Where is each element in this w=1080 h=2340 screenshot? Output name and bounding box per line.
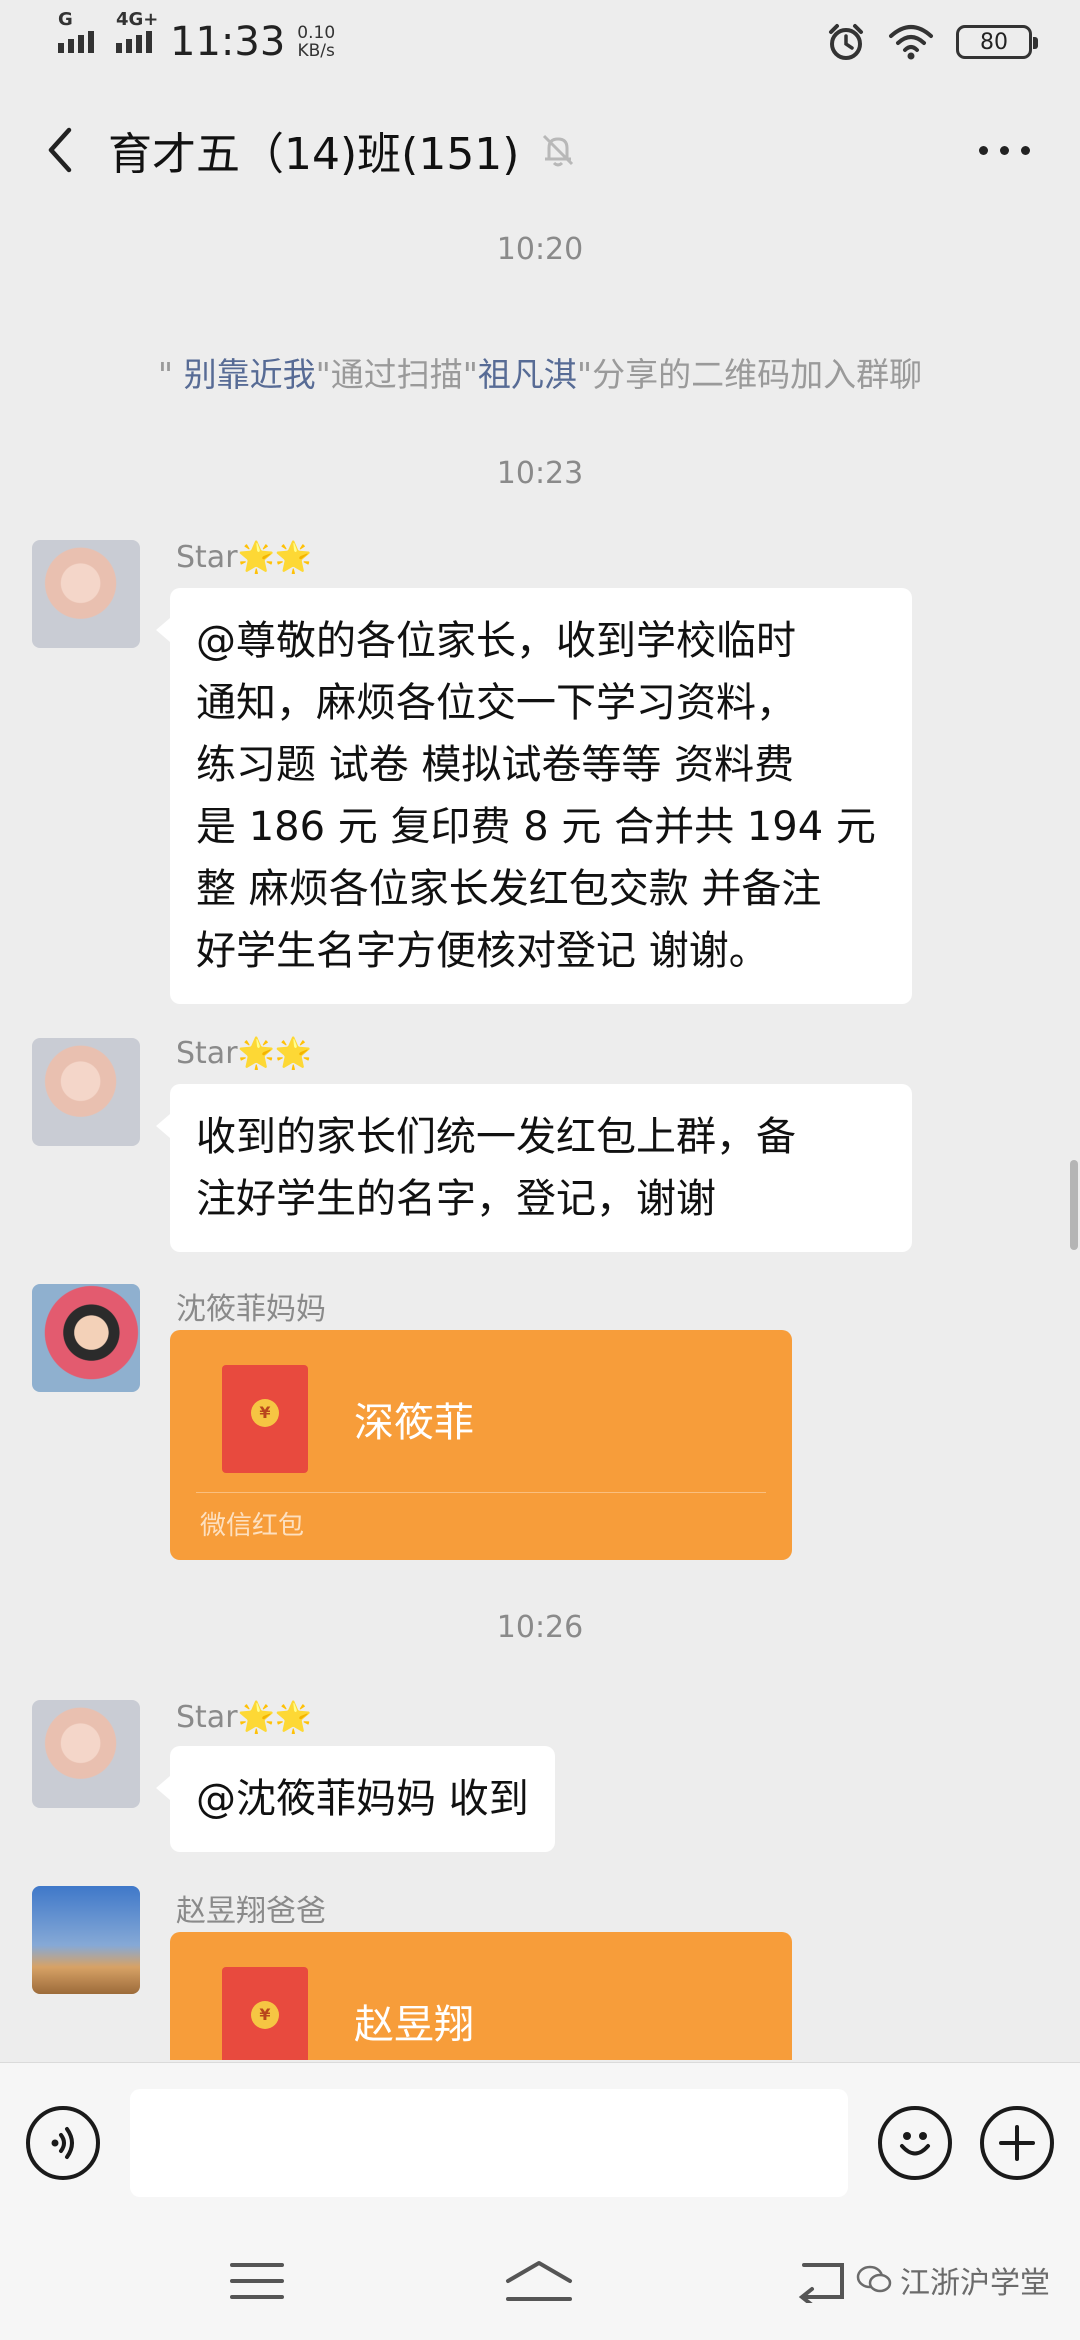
red-packet-title: 深筱菲 [354,1400,474,1446]
plus-icon [999,2124,1035,2161]
more-button[interactable] [959,126,1050,175]
message-bubble[interactable]: 收到的家长们统一发红包上群，备 注好学生的名字，登记，谢谢 [156,1084,912,1252]
red-packet[interactable]: ¥ 赵昱翔 [170,1932,792,2060]
battery-icon: 80 [956,25,1038,59]
chat-header: 育才五（14)班(151) [0,90,1080,210]
battery-level: 80 [980,29,1008,55]
wechat-logo-icon [856,2265,892,2293]
speed-unit: KB/s [297,41,335,61]
avatar[interactable] [32,1284,140,1392]
red-packet-icon: ¥ [222,1365,308,1473]
mute-icon [543,134,574,167]
status-time: 11:33 [170,19,286,65]
emoji-button[interactable] [878,2105,952,2180]
system-message: " 别靠近我"通过扫描"祖凡淇"分享的二维码加入群聊 [0,348,1080,396]
sender-name: Star🌟🌟 [176,1700,313,1735]
menu-icon[interactable] [230,2261,284,2301]
signal-label: G [58,9,73,30]
watermark: 江浙沪学堂 [856,2258,1050,2302]
emoji-icon [900,2131,930,2155]
chat-title: 育才五（14)班(151) [108,129,520,180]
timestamp: 10:26 [496,1610,584,1645]
sender-name: 沈筱菲妈妈 [176,1292,326,1327]
red-packet[interactable]: ¥ 深筱菲 微信红包 [170,1330,792,1560]
system-prefix: " [157,355,184,394]
timestamp: 10:23 [496,456,584,491]
message-bubble[interactable]: @沈筱菲妈妈 收到 [156,1746,555,1852]
message-line: 通知，麻烦各位交一下学习资料， [196,680,796,726]
wifi-icon [889,25,933,60]
watermark-text: 江浙沪学堂 [900,2266,1050,2301]
status-bar: G 4G+ 11:33 0.10 KB/s 80 [0,0,1080,84]
avatar[interactable] [32,1700,140,1808]
avatar[interactable] [32,1038,140,1146]
back-nav-icon[interactable] [794,2259,850,2303]
red-packet-title: 赵昱翔 [354,2002,474,2048]
voice-button[interactable] [26,2105,100,2180]
avatar[interactable] [32,540,140,648]
scrollbar[interactable] [1070,1160,1078,1250]
voice-icon [51,2126,74,2159]
message-line: 注好学生的名字，登记，谢谢 [196,1176,716,1222]
message-line: @尊敬的各位家长，收到学校临时 [196,618,796,664]
red-packet-icon: ¥ [222,1967,308,2060]
home-icon[interactable] [504,2259,574,2303]
alarm-icon [829,24,863,60]
red-packet-label: 微信红包 [200,1511,305,1541]
avatar[interactable] [32,1886,140,1994]
system-user-link[interactable]: 祖凡淇 [478,355,577,394]
sender-name: Star🌟🌟 [176,540,313,575]
message-line: 收到的家长们统一发红包上群，备 [196,1114,796,1160]
message-text: @沈筱菲妈妈 收到 [196,1776,529,1822]
input-bar [0,2062,1080,2222]
message-line: 练习题 试卷 模拟试卷等等 资料费 [196,742,795,788]
chat-area[interactable]: 10:20 " 别靠近我"通过扫描"祖凡淇"分享的二维码加入群聊 10:23 S… [0,210,1080,2060]
system-middle: "通过扫描" [315,355,478,394]
message-line: 是 186 元 复印费 8 元 合并共 194 元 [196,804,876,850]
plus-button[interactable] [980,2105,1054,2180]
system-suffix: "分享的二维码加入群聊 [576,355,923,394]
signal-icon: G [58,9,94,53]
signal-label-4g: 4G+ [116,9,159,30]
timestamp: 10:20 [496,232,584,267]
message-input[interactable] [130,2088,848,2197]
more-icon [979,145,1030,155]
sender-name: Star🌟🌟 [176,1036,313,1071]
system-user-link[interactable]: 别靠近我 [184,355,316,394]
back-icon [48,127,72,173]
back-button[interactable] [30,120,90,180]
network-speed: 0.10 KB/s [297,24,335,60]
sender-name: 赵昱翔爸爸 [176,1894,326,1929]
message-line: 好学生名字方便核对登记 谢谢。 [196,928,769,974]
speed-value: 0.10 [297,23,336,43]
signal-icon-4g: 4G+ [116,9,158,53]
message-line: 整 麻烦各位家长发红包交款 并备注 [196,866,822,912]
message-bubble[interactable]: @尊敬的各位家长，收到学校临时 通知，麻烦各位交一下学习资料， 练习题 试卷 模… [156,588,912,1004]
